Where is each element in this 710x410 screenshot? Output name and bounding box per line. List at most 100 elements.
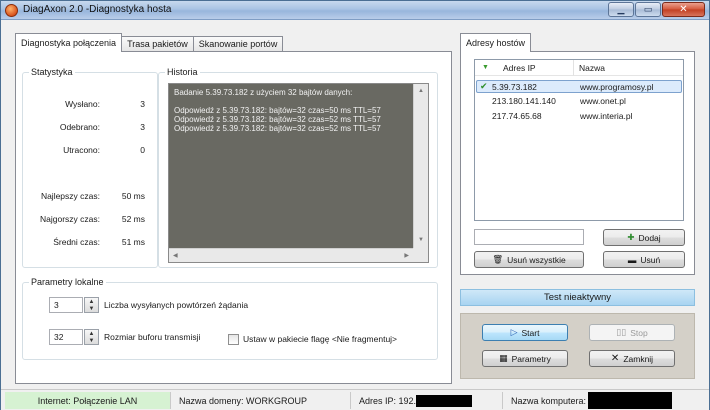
repeat-count-stepper[interactable]: ▲ ▼ [84,297,99,313]
local-params-group-label: Parametry lokalne [29,277,106,287]
host-name: www.programosy.pl [580,82,654,92]
tab-trasa-pakietow[interactable]: Trasa pakietów [121,36,194,52]
lost-label: Utracono: [63,145,100,155]
host-row[interactable]: ✔ 5.39.73.182 www.programosy.pl [476,80,682,93]
internet-status: Internet: Połączenie LAN [5,392,171,409]
received-value: 3 [140,122,145,132]
start-button[interactable]: ▷ Start [482,324,568,341]
close-window-button[interactable]: ✕ [662,2,705,17]
worst-time-value: 52 ms [121,214,145,224]
maximize-button[interactable]: ▭ [635,2,661,17]
remove-host-label: Usuń [640,254,661,265]
computer-status: Nazwa komputera: [507,392,703,409]
history-horizontal-scrollbar[interactable]: ◀ ▶ [169,248,413,262]
remove-host-button[interactable]: ▬ Usuń [603,251,685,268]
buffer-size-input[interactable]: 32 [49,329,83,345]
remove-all-hosts-button[interactable]: 🗑 Usuń wszystkie [474,251,584,268]
statistics-group: Statystyka Wysłano: 3 Odebrano: 3 Utraco… [22,67,158,268]
tab-diagnostyka-polaczenia[interactable]: Diagnostyka połączenia [15,33,123,52]
host-name: www.interia.pl [580,111,633,121]
avg-time-value: 51 ms [121,237,145,247]
ip-status: Adres IP: 192. [355,392,503,409]
history-line: Odpowiedź z 5.39.73.182: bajtów=32 czas=… [174,106,381,115]
buffer-size-stepper[interactable]: ▲ ▼ [84,329,99,345]
repeat-count-label: Liczba wysyłanych powtórzeń żądania [104,300,249,310]
minus-icon: ▬ [627,254,637,265]
parameters-button[interactable]: ▦ Parametry [482,350,568,367]
remove-all-label: Usuń wszystkie [507,254,566,265]
minimize-button[interactable]: ▁ [608,2,634,17]
history-line: Odpowiedź z 5.39.73.182: bajtów=32 czas=… [174,124,381,133]
stop-button[interactable]: ▯▯ Stop [589,324,675,341]
stepper-down-icon[interactable]: ▼ [85,337,98,344]
tab-adresy-hostow[interactable]: Adresy hostów [460,33,532,52]
hosts-list-header: ▼ Adres IP Nazwa [475,60,683,76]
column-header-name[interactable]: Nazwa [579,63,605,73]
history-line: Badanie 5.39.73.182 z użyciem 32 bajtów … [174,88,353,97]
app-logo-icon [5,4,18,17]
dont-fragment-label[interactable]: Ustaw w pakiecie flagę <Nie fragmentuj> [243,334,397,344]
tab-page-diagnostics: Statystyka Wysłano: 3 Odebrano: 3 Utraco… [15,51,452,384]
play-icon: ▷ [510,327,518,337]
close-button[interactable]: ✕ Zamknij [589,350,675,367]
best-time-value: 50 ms [121,191,145,201]
scroll-up-icon[interactable]: ▲ [418,87,424,96]
sort-indicator-icon[interactable]: ▼ [482,64,489,71]
tab-skanowanie-portow[interactable]: Skanowanie portów [192,36,284,52]
parameters-label: Parametry [511,353,551,364]
pause-icon: ▯▯ [616,327,627,337]
status-bar: Internet: Połączenie LAN Nazwa domeny: W… [1,389,709,410]
app-window: DiagAxon 2.0 -Diagnostyka hosta ▁ ▭ ✕ Di… [0,0,710,410]
lost-value: 0 [140,145,145,155]
column-header-ip[interactable]: Adres IP [503,63,536,73]
stepper-up-icon[interactable]: ▲ [85,330,98,337]
ip-status-label: Adres IP: 192. [359,395,417,406]
history-line: Odpowiedź z 5.39.73.182: bajtów=32 czas=… [174,115,381,124]
received-label: Odebrano: [59,122,100,132]
tab-page-hosts: ▼ Adres IP Nazwa ✔ 5.39.73.182 www.progr… [460,51,695,275]
checkmark-icon: ✔ [480,81,488,91]
history-log[interactable]: Badanie 5.39.73.182 z użyciem 32 bajtów … [168,83,429,263]
host-ip: 217.74.65.68 [492,111,542,121]
local-params-group: Parametry lokalne 3 ▲ ▼ Liczba wysyłanyc… [22,277,438,360]
hosts-list[interactable]: ▼ Adres IP Nazwa ✔ 5.39.73.182 www.progr… [474,59,684,221]
sent-label: Wysłano: [65,99,100,109]
scroll-right-icon[interactable]: ▶ [404,252,409,261]
stop-label: Stop [630,327,648,338]
host-name: www.onet.pl [580,96,626,106]
window-controls: ▁ ▭ ✕ [607,2,705,18]
host-row[interactable]: 213.180.141.140 www.onet.pl [476,95,682,108]
buffer-size-label: Rozmiar buforu transmisji [104,332,201,342]
history-group-label: Historia [165,67,200,77]
statistics-group-label: Statystyka [29,67,75,77]
start-label: Start [521,327,540,338]
stepper-up-icon[interactable]: ▲ [85,298,98,305]
host-ip: 5.39.73.182 [492,82,537,92]
scroll-down-icon[interactable]: ▼ [418,236,424,245]
add-host-button[interactable]: ✚ Dodaj [603,229,685,246]
sent-value: 3 [140,99,145,109]
scroll-left-icon[interactable]: ◀ [173,252,178,261]
redacted-ip [416,394,473,407]
close-icon: ✕ [610,353,620,364]
parameters-icon: ▦ [499,353,508,363]
hosts-tabs: Adresy hostów [460,33,532,52]
stepper-down-icon[interactable]: ▼ [85,305,98,312]
scroll-corner [413,248,428,262]
control-panel: ▷ Start ▯▯ Stop ▦ Parametry ✕ Zamknij [460,313,695,379]
new-host-input[interactable] [474,229,584,245]
history-group: Historia Badanie 5.39.73.182 z użyciem 3… [158,67,438,268]
host-row[interactable]: 217.74.65.68 www.interia.pl [476,110,682,123]
history-line [174,97,410,106]
history-log-lines: Badanie 5.39.73.182 z użyciem 32 bajtów … [174,88,410,133]
avg-time-label: Średni czas: [53,237,100,247]
title-bar[interactable]: DiagAxon 2.0 -Diagnostyka hosta ▁ ▭ ✕ [1,1,709,20]
dont-fragment-checkbox[interactable] [228,334,239,345]
column-divider[interactable] [573,60,574,76]
window-title: DiagAxon 2.0 -Diagnostyka hosta [23,4,172,15]
redacted-computer-name [588,392,673,409]
close-label: Zamknij [623,353,654,364]
computer-name-label: Nazwa komputera: [511,395,587,406]
history-vertical-scrollbar[interactable]: ▲ ▼ [413,84,428,248]
repeat-count-input[interactable]: 3 [49,297,83,313]
